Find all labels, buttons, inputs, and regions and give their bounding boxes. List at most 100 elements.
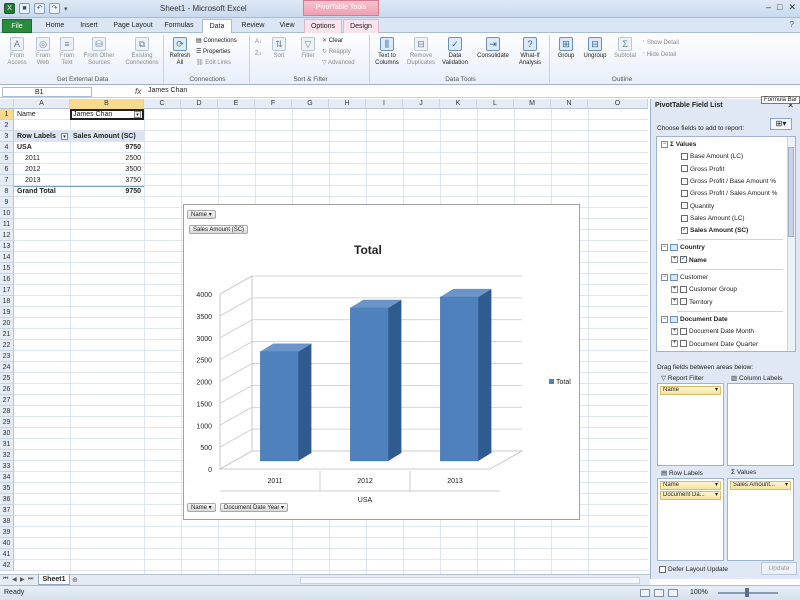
zoom-slider-knob[interactable] xyxy=(745,588,749,597)
row-header[interactable]: 19 xyxy=(0,307,14,318)
formula-input[interactable]: James Chan xyxy=(148,87,187,94)
page-layout-view-icon[interactable] xyxy=(654,589,664,597)
pivot-row-usa[interactable]: USA xyxy=(17,142,32,153)
values-area[interactable]: Sales Amount... ▾ xyxy=(727,478,794,561)
collapse-icon[interactable]: − xyxy=(661,140,668,148)
row-header[interactable]: 32 xyxy=(0,450,14,461)
row-header[interactable]: 6 xyxy=(0,164,14,175)
group-button[interactable]: ⊞ Group xyxy=(554,37,578,60)
column-labels-area[interactable] xyxy=(727,383,794,466)
from-other-sources-button[interactable]: ⛁ From Other Sources xyxy=(80,37,118,67)
row-header[interactable]: 4 xyxy=(0,142,14,153)
pivot-value-usa[interactable]: 9750 xyxy=(70,142,141,153)
page-break-view-icon[interactable] xyxy=(668,589,678,597)
refresh-all-button[interactable]: ⟳ Refresh All xyxy=(168,37,192,67)
cell-a1[interactable]: Name xyxy=(17,109,36,120)
row-header[interactable]: 28 xyxy=(0,406,14,417)
row-header[interactable]: 38 xyxy=(0,516,14,527)
row-header[interactable]: 25 xyxy=(0,373,14,384)
row-header[interactable]: 22 xyxy=(0,340,14,351)
row-header[interactable]: 13 xyxy=(0,241,14,252)
field-checkbox[interactable]: ✓ xyxy=(681,226,688,234)
hide-detail-button[interactable]: ⁻ Hide Detail xyxy=(642,51,676,58)
row-labels-area[interactable]: Name ▾ Document Da... ▾ xyxy=(657,478,724,561)
column-header[interactable]: N xyxy=(551,99,588,109)
expand-icon[interactable]: + xyxy=(671,298,678,306)
name-box[interactable]: B1 xyxy=(2,87,92,97)
row-header[interactable]: 10 xyxy=(0,208,14,219)
row-header[interactable]: 40 xyxy=(0,538,14,549)
field-group-country[interactable]: − Country xyxy=(661,243,705,252)
sort-descending-icon[interactable]: Z↓ xyxy=(255,51,262,57)
row-header[interactable]: 36 xyxy=(0,494,14,505)
expand-icon[interactable]: + xyxy=(671,256,678,264)
row-header[interactable]: 41 xyxy=(0,549,14,560)
redo-icon[interactable]: ↷ xyxy=(49,3,60,14)
tab-options[interactable]: Options xyxy=(304,19,342,33)
column-header[interactable]: M xyxy=(514,99,551,109)
row-header[interactable]: 27 xyxy=(0,395,14,406)
clear-button[interactable]: ✕ Clear xyxy=(322,37,343,44)
pivot-value-2012[interactable]: 3500 xyxy=(70,164,141,175)
field-checkbox[interactable] xyxy=(680,286,687,294)
field-item[interactable]: Gross Profit / Sales Amount % xyxy=(681,189,777,198)
row-header[interactable]: 14 xyxy=(0,252,14,263)
column-header[interactable]: O xyxy=(588,99,648,109)
row-header[interactable]: 31 xyxy=(0,439,14,450)
pivot-row-2013[interactable]: 2013 xyxy=(25,175,41,186)
field-list-scrollbar[interactable] xyxy=(787,137,795,351)
row-header[interactable]: 12 xyxy=(0,230,14,241)
field-group-values[interactable]: − Σ Values xyxy=(661,140,696,149)
advanced-button[interactable]: ▽ Advanced xyxy=(322,59,355,66)
excel-logo-icon[interactable]: X xyxy=(4,3,15,14)
tab-view[interactable]: View xyxy=(274,19,300,33)
properties-button[interactable]: ☰ Properties xyxy=(196,48,230,55)
column-header[interactable]: J xyxy=(403,99,440,109)
sort-ascending-icon[interactable]: A↓ xyxy=(255,39,262,45)
column-header[interactable]: G xyxy=(292,99,329,109)
prev-sheet-icon[interactable]: ◀ xyxy=(12,576,17,583)
row-header[interactable]: 18 xyxy=(0,296,14,307)
sheet-tab-sheet1[interactable]: Sheet1 xyxy=(38,575,70,585)
existing-connections-button[interactable]: ⧉ Existing Connections xyxy=(122,37,162,67)
row-header[interactable]: 35 xyxy=(0,483,14,494)
column-header[interactable]: L xyxy=(477,99,514,109)
pivot-row-2012[interactable]: 2012 xyxy=(25,164,41,175)
row-header[interactable]: 20 xyxy=(0,318,14,329)
row-label-item[interactable]: Name ▾ xyxy=(660,481,721,490)
row-header[interactable]: 33 xyxy=(0,461,14,472)
defer-layout-update-checkbox[interactable]: Defer Layout Update xyxy=(659,566,728,573)
report-filter-dropdown-icon[interactable]: ▾ xyxy=(134,111,141,118)
row-header[interactable]: 42 xyxy=(0,560,14,571)
row-header[interactable]: 2 xyxy=(0,120,14,131)
data-validation-button[interactable]: ✓ Data Validation xyxy=(440,37,470,67)
column-header[interactable]: F xyxy=(255,99,292,109)
field-item[interactable]: Base Amount (LC) xyxy=(681,152,743,161)
edit-links-button[interactable]: ⛓ Edit Links xyxy=(196,59,231,66)
column-header[interactable]: A xyxy=(14,99,70,109)
last-sheet-icon[interactable]: ⏭ xyxy=(28,576,33,583)
row-header[interactable]: 15 xyxy=(0,263,14,274)
scrollbar-thumb[interactable] xyxy=(788,147,794,237)
field-checkbox[interactable] xyxy=(681,202,688,210)
connections-button[interactable]: ▤ Connections xyxy=(196,37,237,44)
pivot-value-2013[interactable]: 3750 xyxy=(70,175,141,186)
remove-duplicates-button[interactable]: ⊟ Remove Duplicates xyxy=(404,37,438,67)
show-detail-button[interactable]: ⁺ Show Detail xyxy=(642,39,679,46)
report-filter-item[interactable]: Name ▾ xyxy=(660,386,721,395)
value-item[interactable]: Sales Amount... ▾ xyxy=(730,481,791,490)
update-button[interactable]: Update xyxy=(761,562,797,575)
field-checkbox[interactable] xyxy=(680,340,687,348)
next-sheet-icon[interactable]: ▶ xyxy=(20,576,25,583)
field-list-layout-button[interactable]: ⊞▾ xyxy=(770,118,792,130)
row-header[interactable]: 17 xyxy=(0,285,14,296)
tab-file[interactable]: File xyxy=(2,19,32,33)
field-item[interactable]: + Document Date Month xyxy=(671,327,754,336)
text-to-columns-button[interactable]: ⫼ Text to Columns xyxy=(374,37,400,67)
field-item[interactable]: Sales Amount (LC) xyxy=(681,214,745,223)
field-checkbox[interactable] xyxy=(680,298,687,306)
chart-axis-field-button-year[interactable]: Document Date Year ▾ xyxy=(220,503,289,512)
pivot-row-2011[interactable]: 2011 xyxy=(25,153,40,164)
chart-axis-field-button-name[interactable]: Name ▾ xyxy=(187,503,216,512)
row-header[interactable]: 8 xyxy=(0,186,14,197)
